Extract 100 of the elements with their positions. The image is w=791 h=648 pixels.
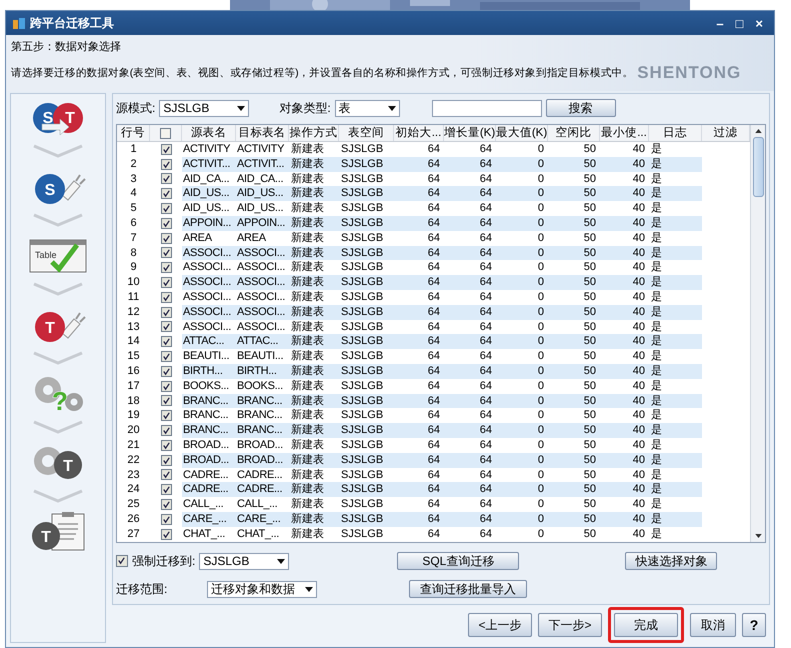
wizard-button[interactable]: 完成 xyxy=(614,613,678,637)
object-type-dropdown[interactable]: 表 xyxy=(334,100,400,116)
row-checkbox[interactable] xyxy=(160,410,172,422)
row-checkbox[interactable] xyxy=(160,158,172,170)
scope-dropdown[interactable]: 迁移对象和数据 xyxy=(207,580,317,598)
max-value-cell-text: 0 xyxy=(536,394,545,408)
tablespace-cell-text: SJSLGB xyxy=(340,260,384,276)
table-row[interactable]: 3 AID_CA... AID_CA... 新建表 SJSLGB 64 64 0 50 40 是 xyxy=(117,172,750,186)
table-row[interactable]: 13 ASSOCI... ASSOCI... 新建表 SJSLGB 64 64 0 50 40 是 xyxy=(117,320,750,334)
row-checkbox[interactable] xyxy=(160,232,172,244)
dropdown-arrow-icon[interactable] xyxy=(277,558,286,564)
row-checkbox[interactable] xyxy=(160,440,172,451)
column-header[interactable]: 初始大... xyxy=(394,125,444,141)
row-checkbox[interactable] xyxy=(160,499,172,510)
row-checkbox[interactable] xyxy=(160,395,172,406)
scroll-thumb[interactable] xyxy=(752,137,764,197)
column-header[interactable]: 最小使... xyxy=(600,125,649,141)
dropdown-arrow-icon[interactable] xyxy=(305,586,313,592)
column-header[interactable]: 行号 xyxy=(117,125,150,141)
row-checkbox[interactable] xyxy=(160,528,172,540)
source-table-cell-text: BROAD... xyxy=(182,438,230,453)
row-checkbox[interactable] xyxy=(160,247,172,258)
dropdown-arrow-icon[interactable] xyxy=(388,106,396,110)
min-used-cell-text: 40 xyxy=(632,186,646,202)
wizard-button[interactable]: 下一步> xyxy=(538,613,602,637)
row-checkbox[interactable] xyxy=(160,514,172,525)
column-header[interactable]: 最大值(K) xyxy=(496,125,548,141)
table-row[interactable]: 5 AID_US... AID_US... 新建表 SJSLGB 64 64 0 50 40 是 xyxy=(117,201,750,216)
help-button[interactable]: ? xyxy=(742,613,766,637)
table-row[interactable]: 9 ASSOCI... ASSOCI... 新建表 SJSLGB 64 64 0 50 40 是 xyxy=(117,260,750,276)
window-control-button[interactable]: – xyxy=(711,16,729,30)
row-checkbox[interactable] xyxy=(160,469,172,480)
table-row[interactable]: 23 CADRE... CADRE... 新建表 SJSLGB 64 64 0 50 40 是 xyxy=(117,468,750,482)
window-control-button[interactable]: × xyxy=(750,16,768,30)
search-field[interactable] xyxy=(432,100,542,116)
row-checkbox[interactable] xyxy=(160,380,172,392)
row-checkbox[interactable] xyxy=(160,218,172,229)
row-checkbox[interactable] xyxy=(160,292,172,303)
tablespace-cell-text: SJSLGB xyxy=(340,408,384,424)
dropdown-arrow-icon[interactable] xyxy=(237,106,246,110)
initial-size-cell-text: 64 xyxy=(426,260,441,276)
log-cell-text: 是 xyxy=(650,334,663,350)
row-checkbox[interactable] xyxy=(160,351,172,362)
window-control-button[interactable]: □ xyxy=(730,16,748,30)
row-checkbox[interactable] xyxy=(160,306,172,318)
row-checkbox[interactable] xyxy=(160,336,172,348)
column-header[interactable]: 源表名 xyxy=(182,125,236,141)
scroll-down-icon[interactable] xyxy=(754,534,762,538)
step-title: 第五步：数据对象选择 xyxy=(11,40,122,54)
source-table-cell-text: ASSOCI... xyxy=(182,246,232,260)
tablespace-cell-text: SJSLGB xyxy=(340,142,384,157)
tablespace-cell-text: SJSLGB xyxy=(340,423,384,438)
sql-query-button[interactable]: SQL查询迁移 xyxy=(397,552,520,570)
row-checkbox[interactable] xyxy=(160,321,172,332)
row-checkbox[interactable] xyxy=(160,144,172,155)
row-number-cell-text: 19 xyxy=(126,408,141,424)
initial-size-cell-text: 64 xyxy=(426,497,441,512)
select-all-checkbox[interactable] xyxy=(160,128,171,138)
quick-select-button[interactable]: 快速选择对象 xyxy=(625,552,718,570)
column-header[interactable]: 增长量(K) xyxy=(444,125,496,141)
force-migrate-checkbox[interactable] xyxy=(116,555,128,567)
target-table-cell-text: CARE_... xyxy=(236,512,282,527)
max-value-cell-text: 0 xyxy=(536,423,545,438)
column-header[interactable]: 目标表名 xyxy=(236,125,289,141)
source-schema-dropdown[interactable]: SJSLGB xyxy=(159,100,250,116)
row-checkbox[interactable] xyxy=(160,173,172,184)
growth-cell-text: 64 xyxy=(478,186,493,202)
row-checkbox[interactable] xyxy=(160,203,172,214)
table-row[interactable]: 19 BRANC... BRANC... 新建表 SJSLGB 64 64 0 50 40 是 xyxy=(117,408,750,424)
growth-cell-text: 64 xyxy=(478,290,493,305)
row-checkbox[interactable] xyxy=(160,366,172,377)
row-checkbox[interactable] xyxy=(160,262,172,274)
table-row[interactable]: 17 BOOKS... BOOKS... 新建表 SJSLGB 64 64 0 50 40 是 xyxy=(117,378,750,394)
search-button[interactable]: 搜索 xyxy=(546,99,616,117)
column-header[interactable]: 操作方式 xyxy=(289,125,339,141)
row-checkbox[interactable] xyxy=(160,425,172,436)
column-header[interactable]: 空闲比 xyxy=(548,125,600,141)
table-row[interactable]: 25 CALL_... CALL_... 新建表 SJSLGB 64 64 0 50 40 是 xyxy=(117,497,750,512)
target-schema-dropdown[interactable]: SJSLGB xyxy=(199,552,290,570)
target-table-cell-text: ACTIVIT... xyxy=(236,156,286,172)
wizard-button[interactable]: <上一步 xyxy=(468,613,532,637)
min-used-cell-text: 40 xyxy=(632,142,646,157)
scroll-up-icon[interactable] xyxy=(754,129,762,133)
row-checkbox[interactable] xyxy=(160,454,172,466)
table-row[interactable]: 21 BROAD... BROAD... 新建表 SJSLGB 64 64 0 50 40 是 xyxy=(117,438,750,453)
scrollbar[interactable] xyxy=(750,125,765,542)
max-value-cell-text: 0 xyxy=(536,378,545,394)
table-row[interactable]: 27 CHAT_... CHAT_... 新建表 SJSLGB 64 64 0 50 40 是 xyxy=(117,526,750,542)
wizard-button[interactable]: 取消 xyxy=(690,613,736,637)
table-row[interactable]: 7 AREA AREA 新建表 SJSLGB 64 64 0 50 40 是 xyxy=(117,230,750,246)
table-row[interactable]: 11 ASSOCI... ASSOCI... 新建表 SJSLGB 64 64 0 50 40 是 xyxy=(117,290,750,305)
row-checkbox[interactable] xyxy=(160,188,172,200)
batch-import-button[interactable]: 查询迁移批量导入 xyxy=(409,580,527,598)
table-row[interactable]: 1 ACTIVITY ACTIVITY 新建表 SJSLGB 64 64 0 50 40 是 xyxy=(117,142,750,157)
growth-cell-text: 64 xyxy=(478,423,493,438)
row-checkbox[interactable] xyxy=(160,484,172,496)
table-row[interactable]: 15 BEAUTI... BEAUTI... 新建表 SJSLGB 64 64 0 50 40 是 xyxy=(117,349,750,364)
column-header[interactable]: 表空间 xyxy=(339,125,394,141)
column-header[interactable]: 日志 xyxy=(649,125,702,141)
row-checkbox[interactable] xyxy=(160,277,172,288)
